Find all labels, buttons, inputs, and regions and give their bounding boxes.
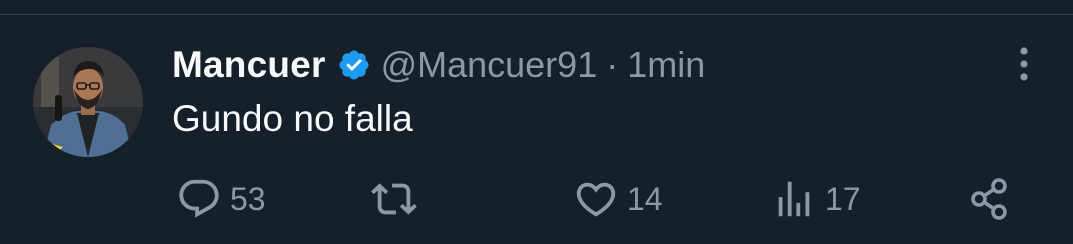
reply-count: 53 (230, 180, 266, 217)
user-handle[interactable]: @Mancuer91 (381, 44, 598, 86)
reply-button[interactable]: 53 (176, 176, 266, 222)
timestamp[interactable]: 1min (627, 44, 705, 86)
like-button[interactable]: 14 (573, 176, 663, 222)
share-button[interactable] (967, 176, 1013, 222)
tweet-text: Gundo no falla (172, 98, 413, 139)
verified-badge-icon (337, 48, 371, 82)
more-options-icon[interactable] (1008, 44, 1040, 84)
avatar[interactable] (33, 47, 143, 157)
view-count: 17 (825, 180, 861, 217)
tweet-header: Mancuer @Mancuer91 · 1min (172, 42, 705, 88)
retweet-icon (371, 183, 417, 215)
reply-icon (179, 179, 219, 218)
separator-dot: · (606, 44, 619, 85)
retweet-button[interactable] (371, 176, 425, 222)
share-icon (971, 178, 1007, 220)
heart-icon (576, 182, 616, 217)
views-button[interactable]: 17 (771, 176, 861, 222)
top-divider (0, 14, 1073, 15)
views-icon (778, 181, 810, 217)
display-name[interactable]: Mancuer (172, 44, 326, 86)
like-count: 14 (627, 180, 663, 217)
